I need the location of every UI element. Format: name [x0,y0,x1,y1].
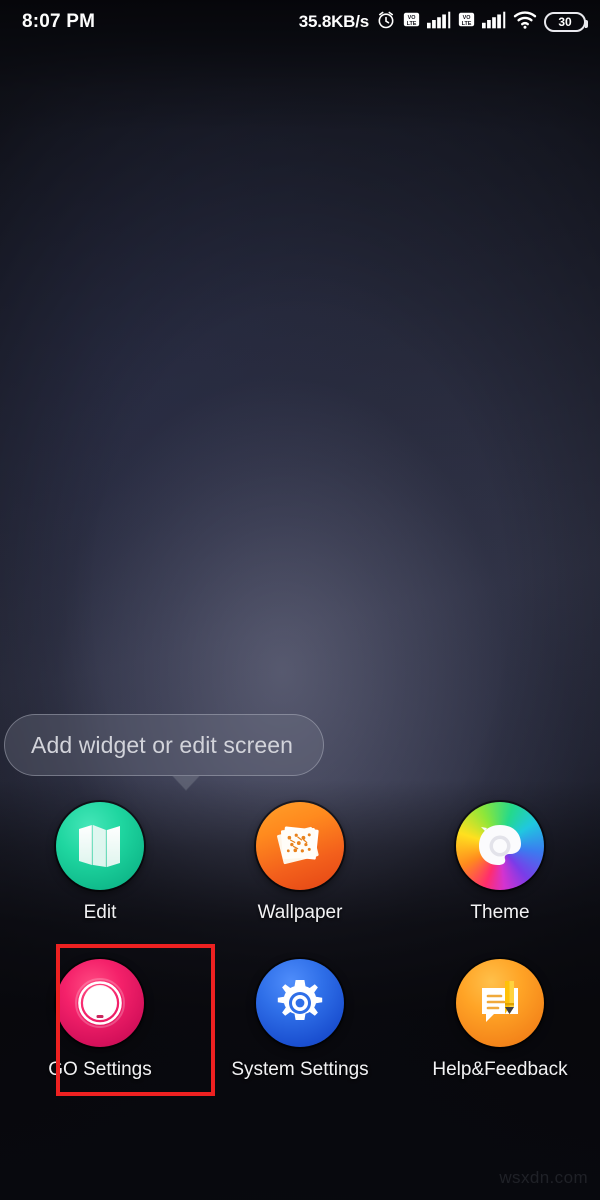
go-settings-dial-icon[interactable] [56,959,144,1047]
svg-text:LTE: LTE [407,21,417,27]
theme-colorwheel-icon[interactable] [456,802,544,890]
phone-screen: 8:07 PM 35.8KB/s VO LTE VO LTE 30 Add wi… [0,0,600,1200]
home-options-menu: Edit Wallpaper Theme GO Settings System … [0,796,600,1110]
menu-row: GO Settings System Settings Help&Feedbac… [0,953,600,1110]
tooltip-arrow [172,775,200,790]
edit-pages-icon[interactable] [56,802,144,890]
menu-item-label: Help&Feedback [432,1059,568,1080]
wallpaper-photos-icon[interactable] [256,802,344,890]
status-bar: 8:07 PM 35.8KB/s VO LTE VO LTE 30 [0,0,600,44]
menu-item-label: System Settings [231,1059,369,1080]
menu-item-label: Wallpaper [257,902,343,923]
watermark: wsxdn.com [499,1168,588,1187]
menu-item-system-settings[interactable]: System Settings [200,953,400,1081]
svg-text:LTE: LTE [462,21,472,27]
battery-indicator: 30 [544,12,588,32]
alarm-clock-icon [376,10,396,35]
feedback-pencil-icon[interactable] [456,959,544,1047]
menu-item-go-settings[interactable]: GO Settings [0,953,200,1081]
sim2-volte-icon: VO LTE [458,11,475,33]
menu-item-edit[interactable]: Edit [0,796,200,924]
menu-item-label: Theme [470,902,530,923]
menu-item-help-feedback[interactable]: Help&Feedback [400,953,600,1081]
network-speed-indicator: 35.8KB/s [298,12,369,31]
menu-item-theme[interactable]: Theme [400,796,600,924]
status-bar-indicators: 35.8KB/s VO LTE VO LTE 30 [298,10,588,35]
menu-item-wallpaper[interactable]: Wallpaper [200,796,400,924]
battery-level-text: 30 [558,15,572,29]
sim1-volte-icon: VO LTE [403,11,420,33]
menu-item-label: Edit [83,902,117,923]
status-bar-clock: 8:07 PM [22,11,96,32]
gear-icon[interactable] [256,959,344,1047]
menu-item-label: GO Settings [48,1059,152,1080]
sim1-signal-bars-icon [427,11,451,34]
wifi-icon [513,10,537,34]
menu-row: Edit Wallpaper Theme [0,796,600,953]
add-widget-tooltip[interactable]: Add widget or edit screen [4,714,324,790]
tooltip-label: Add widget or edit screen [31,731,294,758]
sim2-signal-bars-icon [482,11,506,34]
